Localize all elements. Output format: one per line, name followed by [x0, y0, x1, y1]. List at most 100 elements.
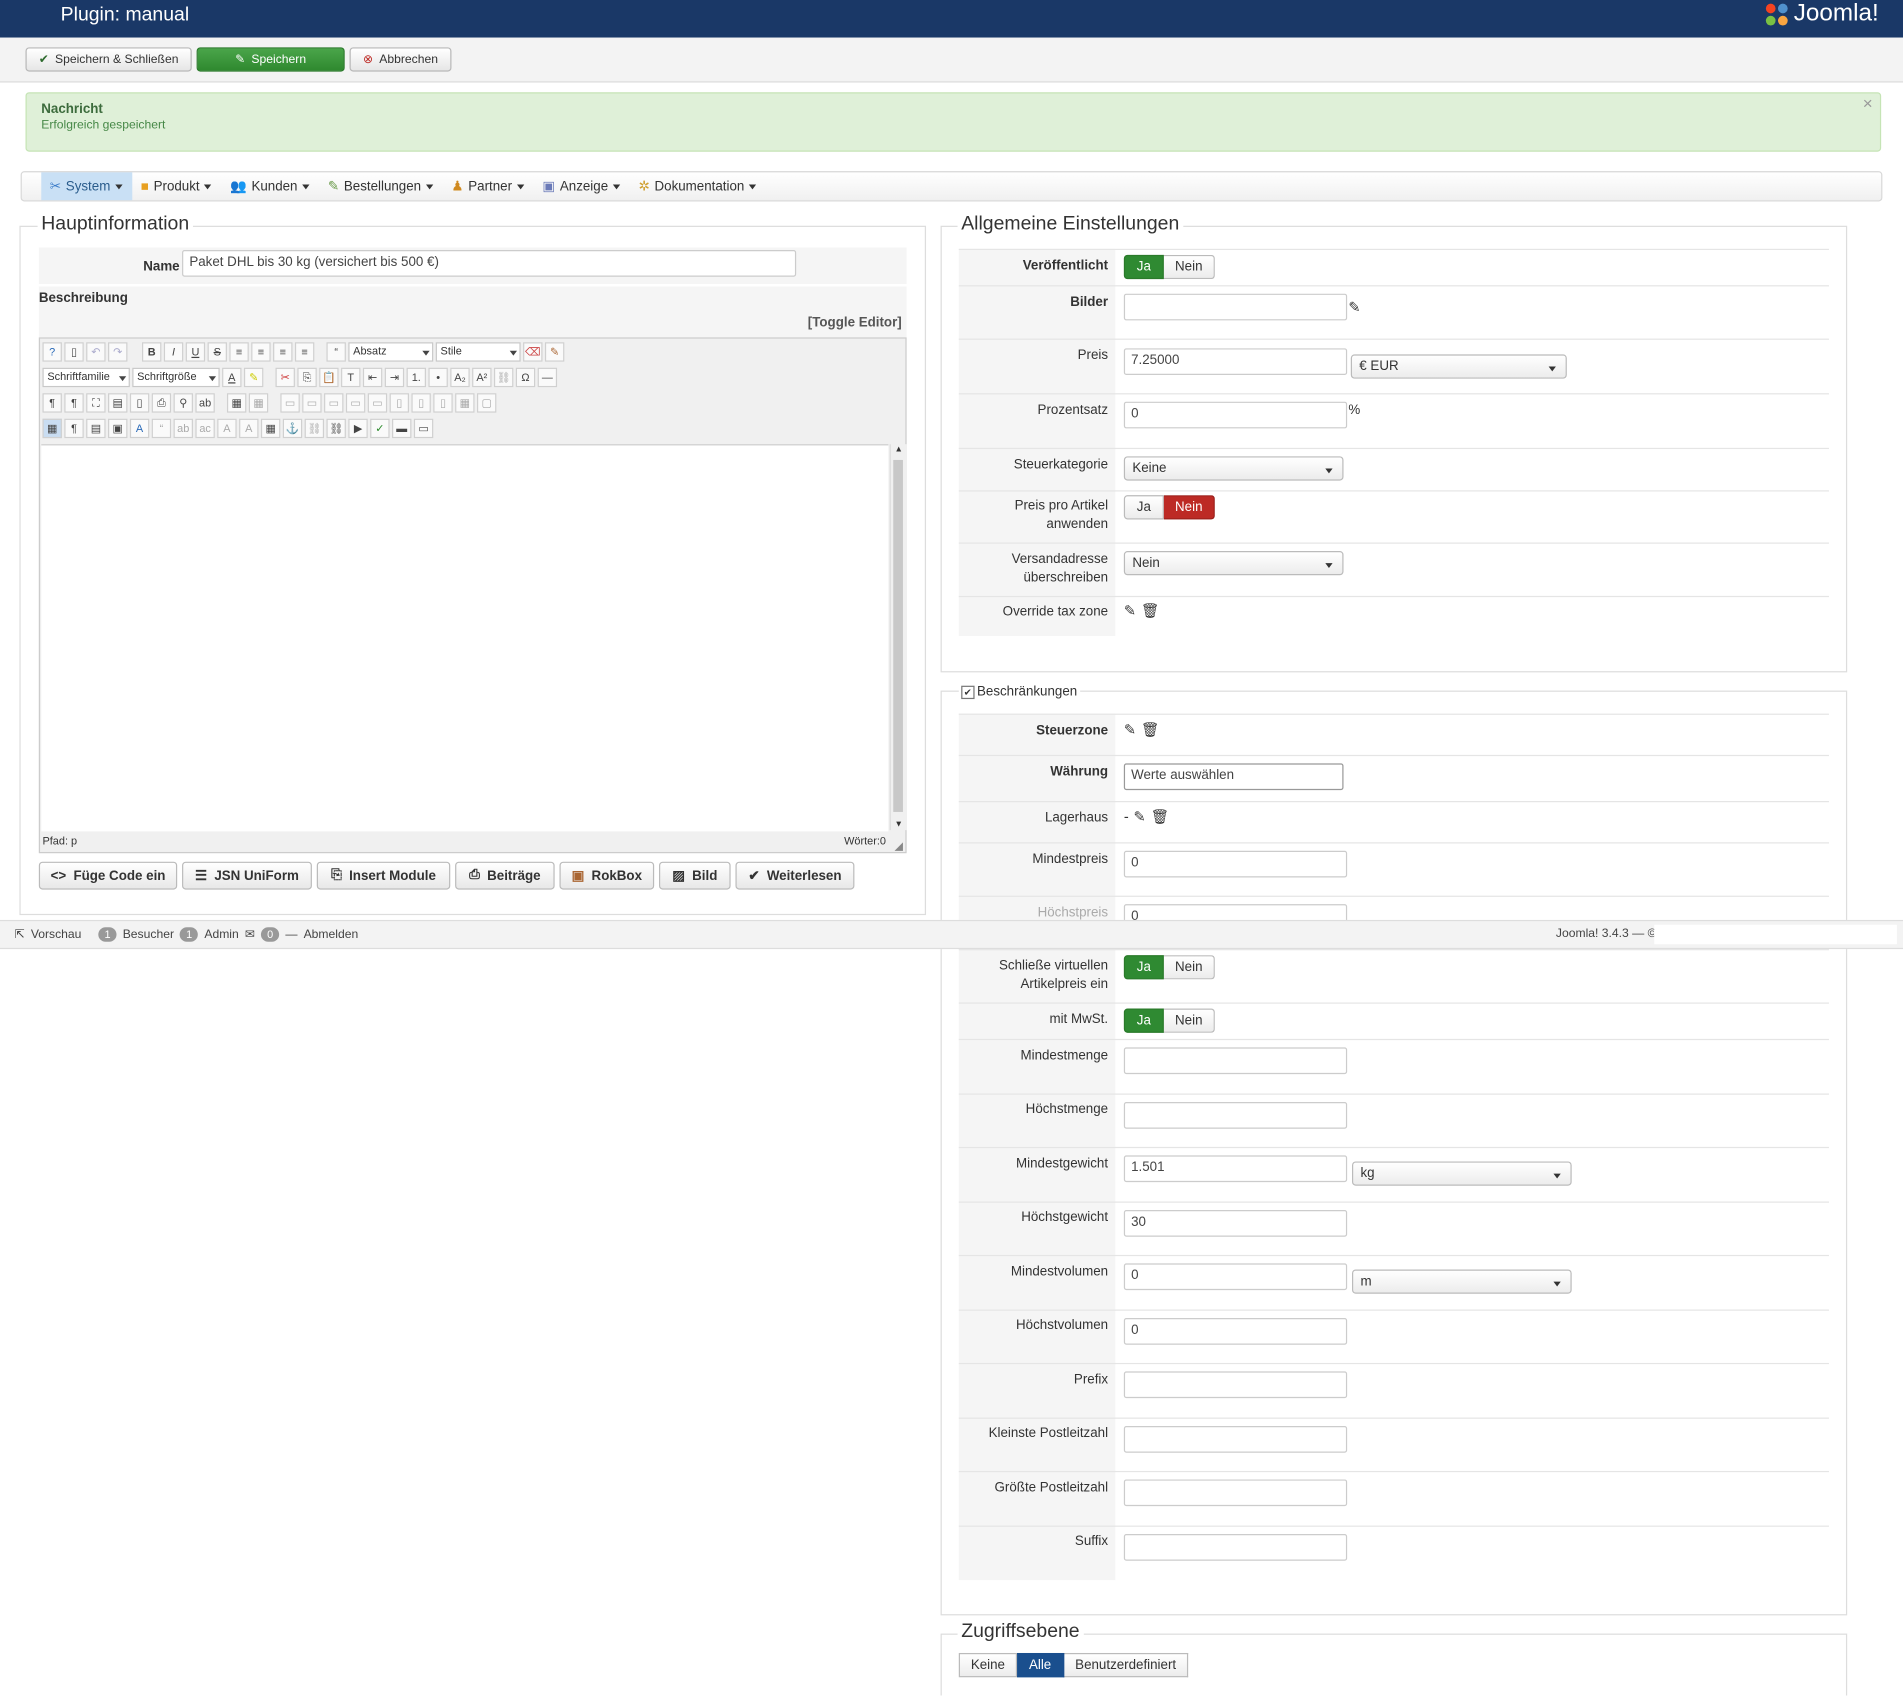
access-option-none[interactable]: Keine — [958, 1652, 1018, 1678]
virtual-yes[interactable]: Ja — [1123, 955, 1164, 980]
volume-unit-select[interactable]: m — [1352, 1269, 1572, 1294]
menu-item-customers[interactable]: 👥 Kunden — [221, 172, 319, 200]
bold-icon[interactable]: B — [141, 342, 162, 362]
max-zip-input[interactable] — [1123, 1479, 1348, 1507]
image-button[interactable]: ▨ Bild — [659, 861, 731, 890]
menu-item-documentation[interactable]: ✲ Dokumentation — [630, 172, 766, 200]
font-size-select[interactable]: Schriftgröße — [132, 367, 220, 388]
template-icon[interactable]: ▤ — [108, 393, 128, 413]
published-yes[interactable]: Ja — [1123, 254, 1164, 280]
table-icon[interactable]: ▦ — [226, 393, 247, 413]
underline-icon[interactable]: U — [185, 342, 206, 362]
suffix-input[interactable] — [1123, 1534, 1348, 1561]
min-weight-input[interactable]: 1.501 — [1123, 1155, 1348, 1183]
attributes-icon[interactable]: ▦ — [260, 418, 281, 439]
menu-item-orders[interactable]: ✎ Bestellungen — [319, 172, 443, 200]
save-close-button[interactable]: ✔ Speichern & Schließen — [25, 47, 192, 72]
menu-item-system[interactable]: ✂ System — [41, 172, 133, 201]
outdent-icon[interactable]: ⇤ — [362, 367, 383, 388]
paragraph-icon[interactable]: ¶ — [64, 418, 84, 439]
vat-no[interactable]: Nein — [1163, 1008, 1215, 1033]
access-level-selector[interactable]: Keine Alle Benutzerdefiniert — [958, 1652, 1189, 1678]
image-icon[interactable]: ▣ — [108, 418, 128, 439]
insert-code-button[interactable]: <> Füge Code ein — [38, 861, 178, 890]
preview-link[interactable]: Vorschau — [31, 928, 82, 941]
images-input[interactable] — [1123, 293, 1348, 321]
ins-icon[interactable]: A — [239, 418, 259, 439]
min-zip-input[interactable] — [1123, 1426, 1348, 1453]
paste-text-icon[interactable]: T — [341, 367, 361, 388]
virtual-toggle[interactable]: Ja Nein — [1123, 955, 1215, 980]
merge-cells-icon[interactable]: ▢ — [476, 393, 497, 413]
nonbreaking-icon[interactable]: ▭ — [413, 418, 434, 439]
trash-icon[interactable]: 🗑 — [1151, 808, 1169, 825]
edit-icon[interactable]: ✎ — [1348, 299, 1360, 316]
fullscreen-icon[interactable]: ⛶ — [86, 393, 106, 413]
search-icon[interactable]: ⚲ — [173, 393, 193, 413]
italic-icon[interactable]: I — [163, 342, 184, 362]
styles-select[interactable]: Stile — [435, 342, 521, 362]
editor-content-area[interactable] — [41, 444, 889, 832]
row-delete-icon[interactable]: ▭ — [367, 393, 388, 413]
eraser-icon[interactable]: ⌫ — [523, 342, 543, 362]
unlink-icon[interactable]: ⛓ — [304, 418, 325, 439]
menu-item-display[interactable]: ▣ Anzeige — [534, 172, 630, 200]
insert-layer-icon[interactable]: ▤ — [86, 418, 106, 439]
read-more-button[interactable]: ✔ Weiterlesen — [735, 861, 855, 890]
virtual-no[interactable]: Nein — [1163, 955, 1215, 980]
currency-multiselect[interactable]: Werte auswählen — [1123, 763, 1344, 791]
name-input[interactable]: Paket DHL bis 30 kg (versichert bis 500 … — [182, 250, 797, 277]
clean-icon[interactable]: ✎ — [544, 342, 565, 362]
link-insert-icon[interactable]: ⛓ — [326, 418, 346, 439]
spellcheck-icon[interactable]: ✓ — [370, 418, 390, 439]
unordered-list-icon[interactable]: • — [428, 367, 448, 388]
superscript-icon[interactable]: A² — [472, 367, 492, 388]
scrollbar-thumb[interactable] — [893, 459, 903, 812]
blockquote-icon[interactable]: “ — [326, 342, 346, 362]
articles-button[interactable]: ⎙ Beiträge — [455, 861, 555, 890]
styles-icon[interactable]: A — [129, 418, 150, 439]
rokbox-button[interactable]: ▣ RokBox — [559, 861, 655, 890]
ordered-list-icon[interactable]: 1. — [406, 367, 426, 388]
col-delete-icon[interactable]: ▯ — [433, 393, 453, 413]
row-props-icon[interactable]: ▭ — [280, 393, 300, 413]
strikethrough-icon[interactable]: S — [207, 342, 227, 362]
vat-toggle[interactable]: Ja Nein — [1123, 1008, 1215, 1033]
vat-yes[interactable]: Ja — [1123, 1008, 1164, 1033]
row-after-icon[interactable]: ▭ — [345, 393, 366, 413]
link-icon[interactable]: ⛓ — [493, 367, 514, 388]
col-after-icon[interactable]: ▯ — [411, 393, 431, 413]
editor-scrollbar[interactable]: ▲ ▼ — [889, 444, 907, 831]
min-qty-input[interactable] — [1123, 1047, 1348, 1075]
jsn-uniform-button[interactable]: ☰ JSN UniForm — [182, 861, 312, 890]
max-qty-input[interactable] — [1123, 1101, 1348, 1129]
logout-link[interactable]: Abmelden — [304, 928, 359, 941]
undo-icon[interactable]: ↶ — [86, 342, 106, 362]
min-volume-input[interactable]: 0 — [1123, 1263, 1348, 1291]
cite-icon[interactable]: “ — [151, 418, 172, 439]
split-cells-icon[interactable]: ▦ — [455, 393, 475, 413]
published-no[interactable]: Nein — [1163, 254, 1215, 280]
weight-unit-select[interactable]: kg — [1352, 1161, 1572, 1186]
horizontal-rule-icon[interactable]: — — [537, 367, 558, 388]
anchor-icon[interactable]: ⚓ — [282, 418, 303, 439]
cancel-button[interactable]: ⊗ Abbrechen — [349, 47, 452, 72]
edit-icon[interactable]: ✎ — [1124, 602, 1136, 619]
del-icon[interactable]: A — [217, 418, 237, 439]
tax-category-select[interactable]: Keine — [1123, 456, 1344, 481]
per-item-yes[interactable]: Ja — [1123, 495, 1164, 520]
justify-icon[interactable]: ≡ — [229, 342, 249, 362]
ltr-icon[interactable]: ¶ — [42, 393, 62, 413]
cut-icon[interactable]: ✂ — [275, 367, 295, 388]
table-delete-icon[interactable]: ▦ — [248, 393, 269, 413]
save-button[interactable]: ✎ Speichern — [196, 47, 345, 72]
trash-icon[interactable]: 🗑 — [1141, 602, 1159, 619]
joomla-logo[interactable]: Joomla! — [1763, 0, 1879, 28]
prefix-input[interactable] — [1123, 1371, 1348, 1399]
format-select[interactable]: Absatz — [348, 342, 434, 362]
published-toggle[interactable]: Ja Nein — [1123, 254, 1215, 280]
subscript-icon[interactable]: A₂ — [450, 367, 470, 388]
price-input[interactable]: 7.25000 — [1123, 348, 1348, 376]
insert-module-button[interactable]: ⎘ Insert Module — [316, 861, 451, 890]
special-char-icon[interactable]: Ω — [515, 367, 536, 388]
